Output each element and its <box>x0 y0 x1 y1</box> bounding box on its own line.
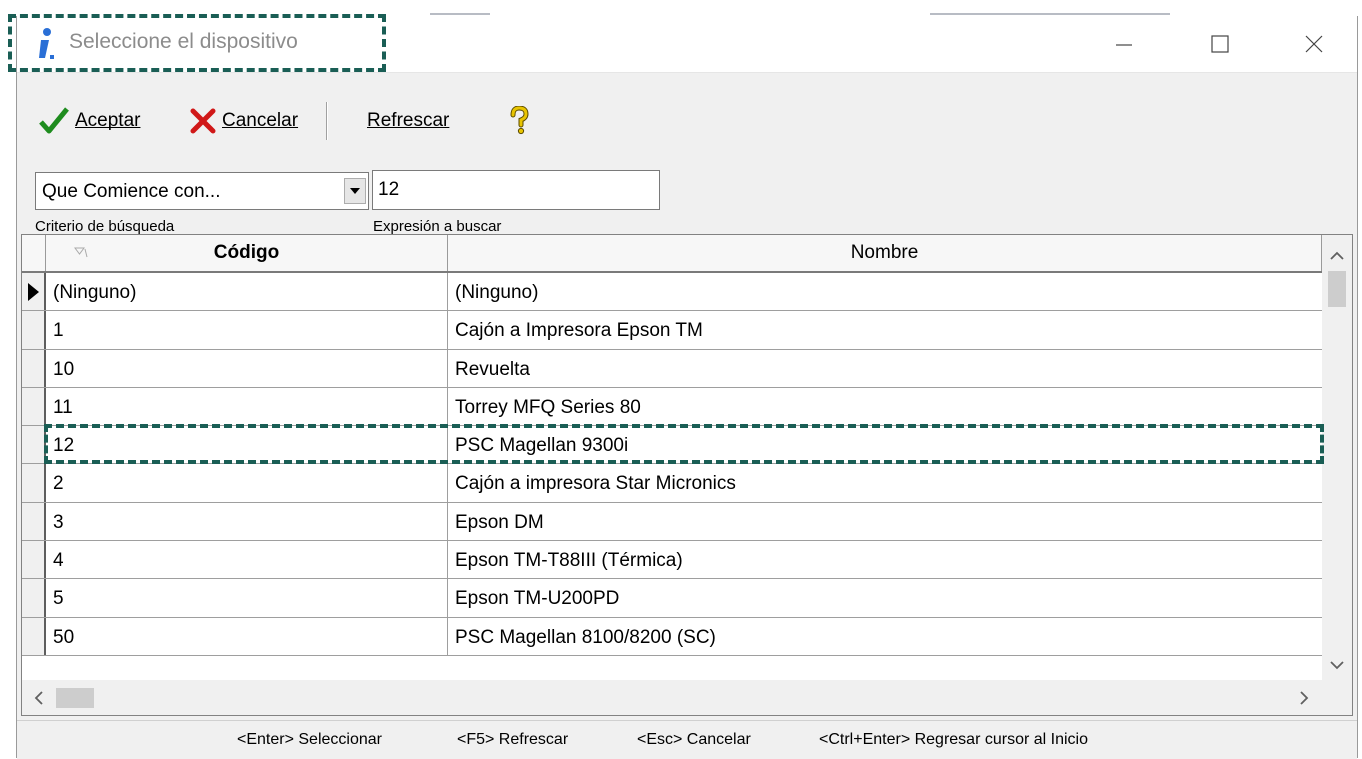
cell-code: 50 <box>53 626 75 648</box>
search-criteria-caption: Criterio de búsqueda <box>35 218 175 235</box>
cell-code: 3 <box>53 511 64 533</box>
column-header-code[interactable]: Código <box>46 235 448 271</box>
current-row-arrow-icon <box>28 283 39 301</box>
chevron-down-icon <box>350 188 360 194</box>
cell-code: (Ninguno) <box>53 282 137 303</box>
scroll-up-icon[interactable] <box>1330 251 1344 260</box>
cell-name: Torrey MFQ Series 80 <box>455 396 641 418</box>
close-button[interactable] <box>1291 24 1337 64</box>
close-icon <box>1305 35 1323 53</box>
column-header-name[interactable]: Nombre <box>448 235 1322 271</box>
accept-label: Aceptar <box>75 110 141 131</box>
row-indicator <box>22 349 46 387</box>
column-header-code-label: Código <box>213 242 280 263</box>
cell-name: Epson DM <box>455 511 544 533</box>
cell-code: 2 <box>53 473 64 495</box>
cell-code: 11 <box>53 396 73 418</box>
title-bar[interactable]: Seleccione el dispositivo <box>17 16 1357 73</box>
search-criteria-select[interactable]: Que Comience con... <box>35 172 369 210</box>
table-row[interactable]: 5 Epson TM-U200PD <box>22 579 1322 618</box>
search-expression-caption: Expresión a buscar <box>373 218 502 235</box>
help-button[interactable] <box>509 106 529 136</box>
horizontal-scroll-thumb[interactable] <box>56 688 94 708</box>
cell-code: 4 <box>53 550 64 572</box>
table-row[interactable]: 1 Cajón a Impresora Epson TM <box>22 311 1322 350</box>
status-hint-reset-cursor: <Ctrl+Enter> Regresar cursor al Inicio <box>819 731 1088 748</box>
table-row[interactable]: 11 Torrey MFQ Series 80 <box>22 387 1322 427</box>
cell-name: Epson TM-U200PD <box>455 588 620 610</box>
scroll-down-icon[interactable] <box>1330 661 1344 670</box>
grid-rows: (Ninguno) (Ninguno) 1 Cajón a Impresora … <box>22 273 1322 656</box>
info-icon <box>39 28 54 59</box>
table-row[interactable]: 10 Revuelta <box>22 349 1322 388</box>
checkmark-icon <box>39 107 69 134</box>
toolbar: Aceptar Cancelar Refrescar <box>17 88 1357 150</box>
table-row[interactable]: 4 Epson TM-T88III (Térmica) <box>22 541 1322 580</box>
scroll-right-icon[interactable] <box>1300 691 1309 705</box>
cell-name: Cajón a Impresora Epson TM <box>455 320 703 342</box>
table-row-highlighted[interactable]: 12 PSC Magellan 9300i <box>22 426 1322 465</box>
row-indicator <box>22 464 46 502</box>
cell-name: (Ninguno) <box>455 282 539 303</box>
cell-code: 12 <box>53 435 75 457</box>
search-criteria-value: Que Comience con... <box>42 181 221 202</box>
cell-name: Epson TM-T88III (Térmica) <box>455 550 683 572</box>
accept-button[interactable]: Aceptar <box>39 106 140 136</box>
cell-code: 1 <box>53 320 64 342</box>
search-expression-value: 12 <box>378 179 400 200</box>
background-window-strip <box>0 0 1362 16</box>
cell-name: Cajón a impresora Star Micronics <box>455 473 736 495</box>
row-indicator <box>22 579 46 617</box>
table-row[interactable]: 2 Cajón a impresora Star Micronics <box>22 464 1322 503</box>
status-hint-refresh: <F5> Refrescar <box>457 731 569 748</box>
row-indicator <box>22 273 46 311</box>
column-header-name-label: Nombre <box>850 242 919 263</box>
row-indicator <box>22 502 46 541</box>
refresh-button[interactable]: Refrescar <box>367 106 449 136</box>
question-mark-icon <box>510 106 529 135</box>
minimize-button[interactable] <box>1101 24 1147 64</box>
search-expression-input[interactable]: 12 <box>372 170 660 210</box>
table-row[interactable]: 3 Epson DM <box>22 502 1322 542</box>
toolbar-separator <box>326 102 328 140</box>
vertical-scrollbar[interactable] <box>1322 235 1352 680</box>
scroll-left-icon[interactable] <box>34 691 43 705</box>
x-icon <box>190 108 216 134</box>
cell-name: PSC Magellan 9300i <box>455 435 629 457</box>
row-indicator <box>22 617 46 655</box>
table-row[interactable]: 50 PSC Magellan 8100/8200 (SC) <box>22 617 1322 656</box>
row-indicator <box>22 541 46 579</box>
row-indicator-header <box>22 235 46 271</box>
scrollbar-corner <box>1322 680 1352 715</box>
dropdown-button[interactable] <box>344 178 366 204</box>
status-hint-select: <Enter> Seleccionar <box>237 731 382 748</box>
device-selection-window: Seleccione el dispositivo Aceptar Cancel… <box>16 16 1358 759</box>
refresh-label: Refrescar <box>367 110 450 131</box>
cell-code: 5 <box>53 588 64 610</box>
cell-code: 10 <box>53 358 75 380</box>
grid-header: Código Nombre <box>22 235 1322 273</box>
window-title: Seleccione el dispositivo <box>69 30 298 53</box>
maximize-button[interactable] <box>1197 24 1243 64</box>
status-bar: <Enter> Seleccionar <F5> Refrescar <Esc>… <box>17 720 1357 759</box>
cancel-button[interactable]: Cancelar <box>190 106 298 136</box>
horizontal-scrollbar[interactable] <box>22 680 1322 715</box>
status-hint-cancel: <Esc> Cancelar <box>637 731 751 748</box>
minimize-icon <box>1116 44 1132 46</box>
vertical-scroll-thumb[interactable] <box>1328 271 1346 307</box>
devices-grid[interactable]: Código Nombre (Ninguno) (Ninguno) 1 Cajó… <box>21 234 1353 716</box>
cancel-label: Cancelar <box>222 110 299 131</box>
cell-name: PSC Magellan 8100/8200 (SC) <box>455 626 716 648</box>
maximize-icon <box>1211 35 1229 53</box>
cell-name: Revuelta <box>455 358 530 380</box>
table-row[interactable]: (Ninguno) (Ninguno) <box>22 273 1322 312</box>
sort-icon <box>74 247 88 258</box>
row-indicator <box>22 426 46 464</box>
row-indicator <box>22 387 46 426</box>
search-panel: Que Comience con... 12 Criterio de búsqu… <box>17 154 1357 244</box>
row-indicator <box>22 311 46 349</box>
